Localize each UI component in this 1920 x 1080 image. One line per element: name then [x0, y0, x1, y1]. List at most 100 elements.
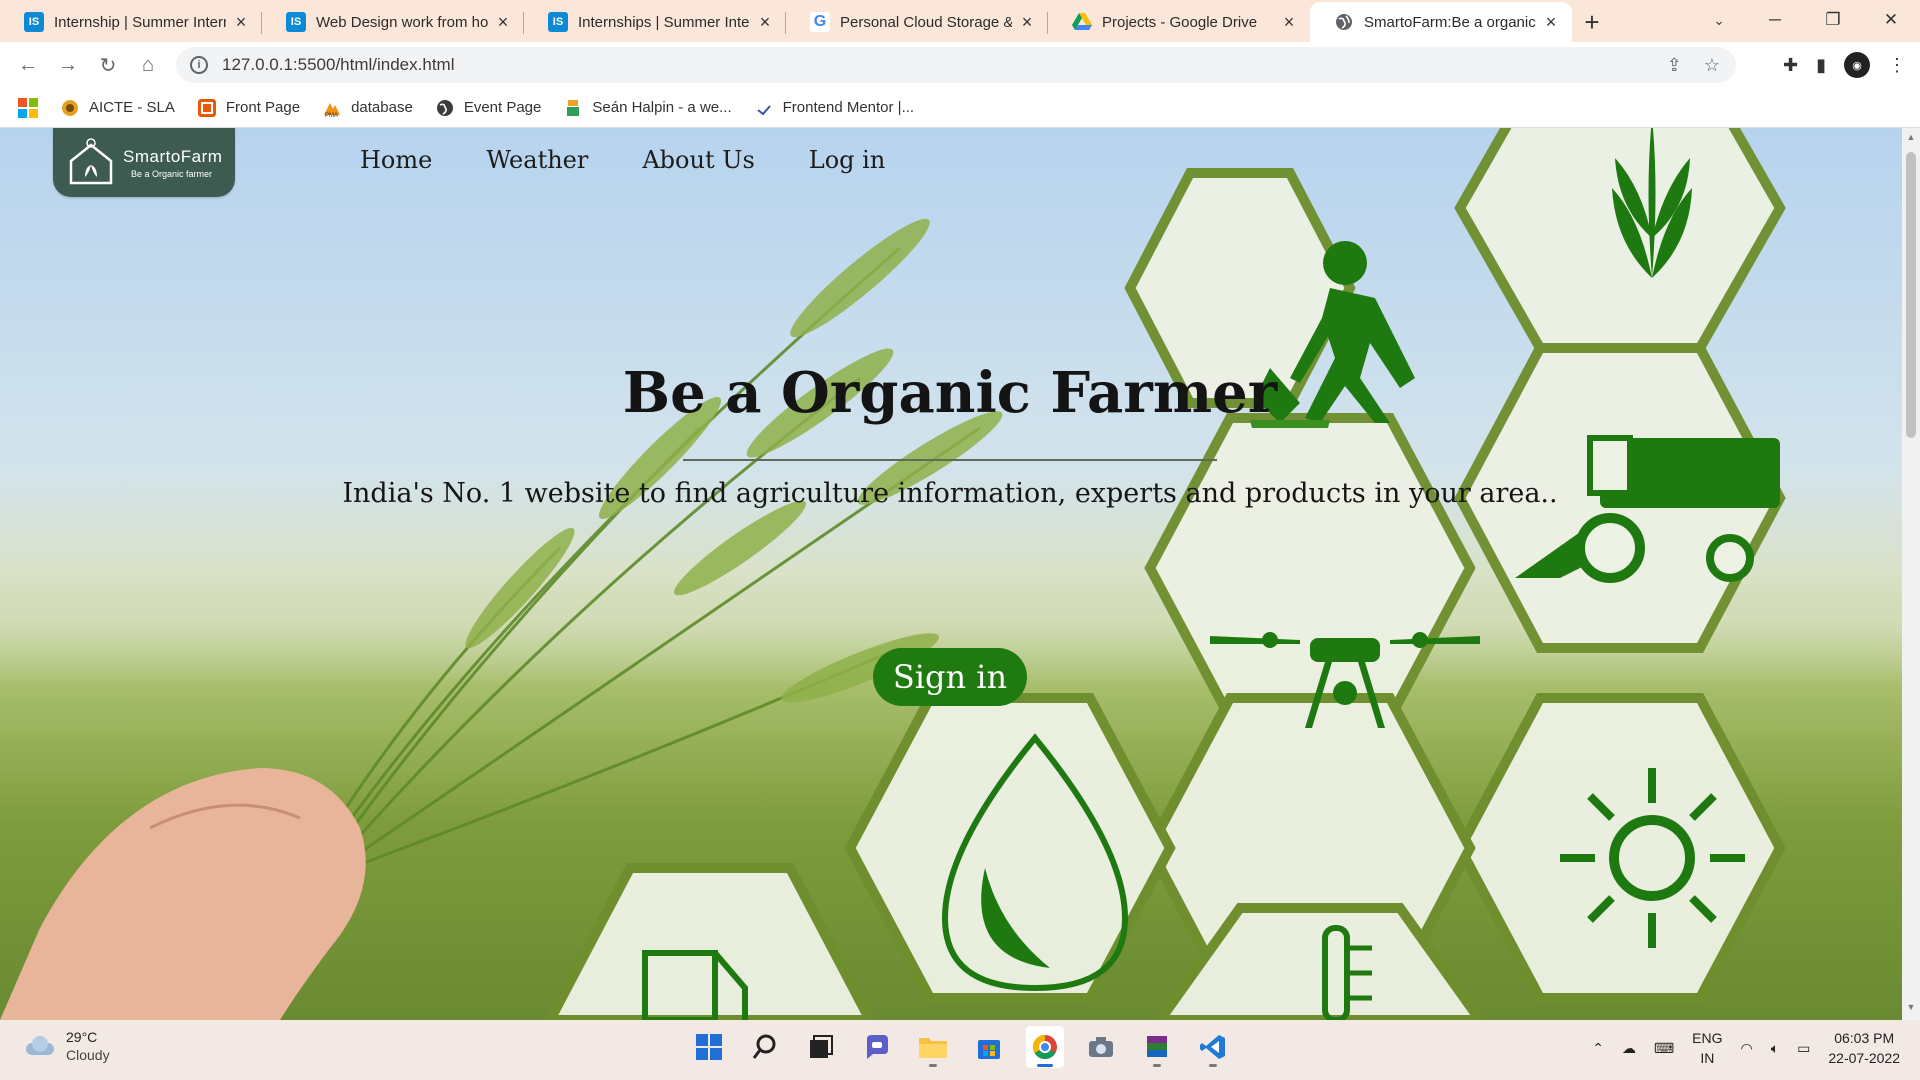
apps-grid-icon[interactable]	[18, 97, 38, 118]
new-tab-button[interactable]: +	[1572, 2, 1612, 42]
page-scrollbar[interactable]: ▲ ▼	[1902, 128, 1920, 1020]
site-info-icon[interactable]: i	[190, 56, 208, 74]
bookmark-star-icon[interactable]: ☆	[1704, 55, 1720, 76]
region-code: IN	[1700, 1050, 1715, 1066]
is-logo-icon: IS	[548, 12, 568, 32]
weather-widget[interactable]: 29°C Cloudy	[22, 1028, 110, 1064]
bookmark-item[interactable]: Front Page	[197, 98, 300, 118]
task-view-button[interactable]	[802, 1026, 840, 1068]
hero-title: Be a Organic Farmer	[622, 360, 1278, 426]
browser-tab[interactable]: IS Web Design work from hom ×	[262, 2, 524, 42]
windows-logo-icon	[696, 1034, 722, 1060]
winrar-button[interactable]	[1138, 1026, 1176, 1068]
site-logo[interactable]: SmartoFarm Be a Organic farmer	[53, 128, 235, 197]
close-tab-icon[interactable]: ×	[494, 12, 512, 33]
bookmark-label: Front Page	[225, 99, 301, 116]
volume-icon[interactable]: 🔈︎	[1771, 1040, 1779, 1057]
minimize-icon[interactable]: ─	[1746, 0, 1804, 40]
onedrive-cloud-icon[interactable]: ☁	[1622, 1040, 1636, 1057]
archive-icon	[1147, 1036, 1167, 1057]
windows-taskbar: 29°C Cloudy ⌃ ☁ ⌨ ENG IN ◠ 🔈︎ ▭ 06:03 PM…	[0, 1020, 1920, 1080]
home-icon[interactable]: ⌂	[128, 45, 168, 85]
restore-icon[interactable]: ❐	[1804, 0, 1862, 40]
address-bar[interactable]: i 127.0.0.1:5500/html/index.html ⇪ ☆	[176, 47, 1736, 83]
forward-arrow-icon[interactable]: →	[48, 45, 88, 85]
chrome-button[interactable]	[1026, 1026, 1064, 1068]
start-button[interactable]	[690, 1026, 728, 1068]
side-panel-icon[interactable]: ▮	[1816, 55, 1826, 76]
browser-tab[interactable]: G Personal Cloud Storage & F ×	[786, 2, 1048, 42]
close-tab-icon[interactable]: ×	[232, 12, 250, 33]
battery-icon[interactable]: ▭	[1797, 1040, 1810, 1057]
store-icon	[978, 1040, 1000, 1059]
reload-icon[interactable]: ↻	[88, 45, 128, 85]
frontend-mentor-icon	[757, 104, 771, 115]
browser-tab-active[interactable]: SmartoFarm:Be a organic fa ×	[1310, 2, 1572, 42]
share-icon[interactable]: ⇪	[1667, 55, 1682, 76]
page-viewport: SmartoFarm Be a Organic farmer Home Weat…	[0, 128, 1902, 1020]
front-page-icon	[197, 98, 216, 117]
clock[interactable]: 06:03 PM 22-07-2022	[1828, 1028, 1900, 1068]
close-tab-icon[interactable]: ×	[1018, 12, 1036, 33]
wifi-icon[interactable]: ◠	[1741, 1040, 1753, 1057]
tab-title: Projects - Google Drive	[1102, 13, 1258, 31]
scroll-down-icon[interactable]: ▼	[1902, 1002, 1920, 1018]
browser-tab[interactable]: IS Internships | Summer Intern ×	[524, 2, 786, 42]
keyboard-icon[interactable]: ⌨	[1654, 1040, 1674, 1057]
search-icon	[752, 1034, 776, 1059]
search-button[interactable]	[746, 1026, 784, 1068]
bookmark-item[interactable]: Frontend Mentor |...	[754, 98, 914, 118]
tab-title: Internship | Summer Interns	[54, 13, 226, 31]
tab-title: Web Design work from hom	[316, 13, 488, 31]
bookmark-item[interactable]: AICTE - SLA	[60, 98, 175, 118]
folder-icon	[919, 1038, 947, 1058]
wheat-hand-illustration	[0, 128, 1786, 1020]
bookmarks-bar: AICTE - SLA Front Page PMA database Even…	[0, 88, 1920, 128]
close-window-icon[interactable]: ✕	[1862, 0, 1920, 40]
back-arrow-icon[interactable]: ←	[8, 45, 48, 85]
browser-tab[interactable]: IS Internship | Summer Interns ×	[0, 2, 262, 42]
clock-time: 06:03 PM	[1834, 1030, 1895, 1046]
weather-temp: 29°C	[66, 1029, 98, 1045]
store-button[interactable]	[970, 1026, 1008, 1068]
logo-tagline: Be a Organic farmer	[131, 168, 213, 179]
tab-search-chevron-icon[interactable]: ⌄	[1696, 0, 1742, 40]
chevron-up-icon[interactable]: ⌃	[1592, 1040, 1604, 1057]
google-drive-icon	[1072, 12, 1092, 32]
logo-name: SmartoFarm	[123, 146, 223, 166]
bookmark-item[interactable]: Event Page	[435, 98, 541, 118]
url-text: 127.0.0.1:5500/html/index.html	[222, 55, 455, 74]
browser-tab[interactable]: Projects - Google Drive ×	[1048, 2, 1310, 42]
nav-home[interactable]: Home	[360, 146, 432, 174]
scrollbar-thumb[interactable]	[1906, 152, 1916, 438]
window-controls: ─ ❐ ✕	[1746, 0, 1920, 40]
close-tab-icon[interactable]: ×	[756, 12, 774, 33]
main-nav: Home Weather About Us Log in	[360, 146, 885, 174]
browser-tab-strip: IS Internship | Summer Interns × IS Web …	[0, 0, 1920, 42]
nav-about-us[interactable]: About Us	[642, 146, 754, 174]
vscode-button[interactable]	[1194, 1026, 1232, 1068]
close-tab-icon[interactable]: ×	[1542, 12, 1560, 33]
menu-kebab-icon[interactable]: ⋮	[1888, 55, 1906, 76]
scroll-up-icon[interactable]: ▲	[1902, 132, 1920, 148]
sign-in-button[interactable]: Sign in	[873, 648, 1027, 706]
bookmark-label: AICTE - SLA	[89, 99, 175, 116]
language-indicator[interactable]: ENG IN	[1692, 1028, 1722, 1068]
globe-icon	[1334, 12, 1354, 32]
system-tray: ⌃ ☁ ⌨ ENG IN ◠ 🔈︎ ▭ 06:03 PM 22-07-2022	[1592, 1028, 1900, 1068]
clock-date: 22-07-2022	[1828, 1050, 1900, 1066]
hero-divider	[683, 459, 1217, 461]
profile-avatar[interactable]: ◉	[1844, 52, 1870, 78]
weather-condition: Cloudy	[66, 1047, 110, 1063]
bookmark-label: Frontend Mentor |...	[782, 99, 915, 116]
bookmark-item[interactable]: PMA database	[322, 98, 413, 118]
extensions-puzzle-icon[interactable]: ✚	[1783, 55, 1798, 76]
camera-icon	[1089, 1037, 1113, 1057]
nav-weather[interactable]: Weather	[486, 146, 588, 174]
nav-log-in[interactable]: Log in	[809, 146, 886, 174]
camera-button[interactable]	[1082, 1026, 1120, 1068]
file-explorer-button[interactable]	[914, 1026, 952, 1068]
close-tab-icon[interactable]: ×	[1280, 12, 1298, 33]
bookmark-item[interactable]: Seán Halpin - a we...	[563, 98, 732, 118]
teams-chat-button[interactable]	[858, 1026, 896, 1068]
